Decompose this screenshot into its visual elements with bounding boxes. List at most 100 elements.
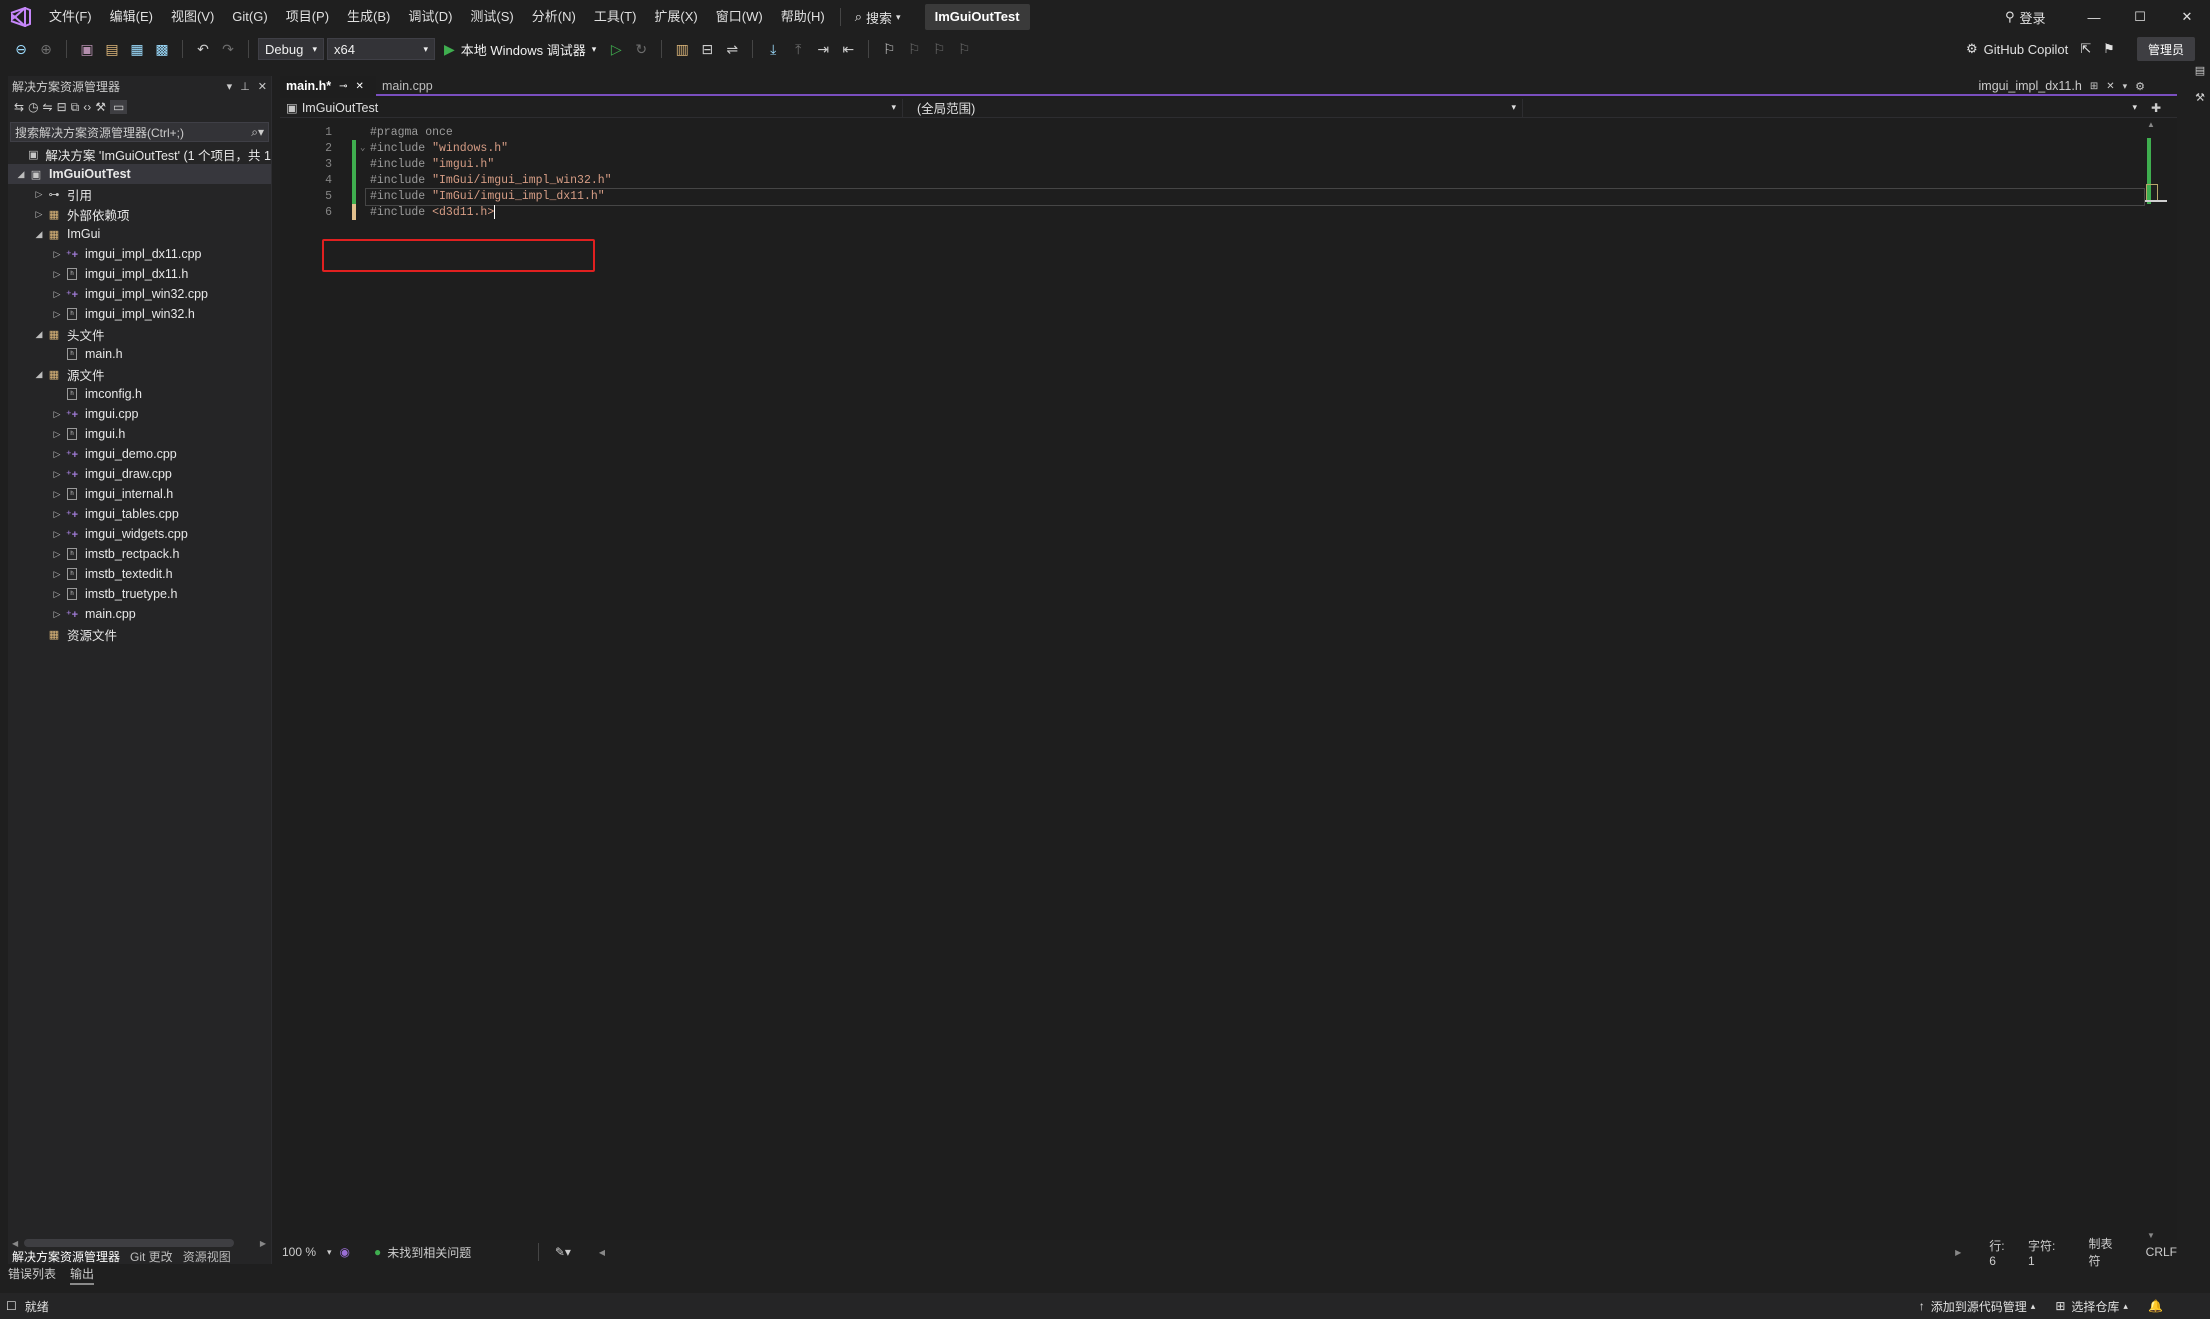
collapsed-arrow-icon[interactable]: ▷ xyxy=(32,189,46,200)
collapsed-arrow-icon[interactable]: ▷ xyxy=(50,409,64,420)
code-line[interactable]: 4 #include "ImGui/imgui_impl_win32.h" xyxy=(280,172,2150,188)
notification-bell-icon[interactable]: 🔔 xyxy=(2148,1299,2163,1313)
save-icon[interactable]: ▦ xyxy=(126,38,148,60)
start-without-debugging-icon[interactable]: ▷ xyxy=(605,38,627,60)
menu-debug[interactable]: 调试(D) xyxy=(399,4,461,30)
preview-tab-imgui-impl-dx11[interactable]: imgui_impl_dx11.h ⊞ ✕ ▾ ⚙ xyxy=(1979,76,2145,96)
collapsed-arrow-icon[interactable]: ▷ xyxy=(50,449,64,460)
collapsed-arrow-icon[interactable]: ▷ xyxy=(50,249,64,260)
keep-open-icon[interactable]: ⊞ xyxy=(2090,81,2098,92)
menu-help[interactable]: 帮助(H) xyxy=(772,4,834,30)
tree-item[interactable]: ▷ ⁺+ imgui_widgets.cpp xyxy=(8,524,271,544)
close-icon[interactable]: ✕ xyxy=(2106,81,2114,92)
tree-item[interactable]: h main.h xyxy=(8,344,271,364)
scrollbar-thumb[interactable] xyxy=(24,1239,234,1247)
indent-mode[interactable]: 制表符 xyxy=(2088,1235,2123,1269)
tree-item[interactable]: ◢ ▦ 源文件 xyxy=(8,364,271,384)
browse-icon[interactable]: ▥ xyxy=(671,38,693,60)
chevron-down-icon[interactable]: ▾ xyxy=(327,1247,332,1258)
expanded-arrow-icon[interactable]: ◢ xyxy=(32,229,46,240)
layout-icon[interactable]: ⊟ xyxy=(696,38,718,60)
expanded-arrow-icon[interactable]: ◢ xyxy=(32,369,46,380)
code-view-icon[interactable]: ‹› xyxy=(83,100,91,114)
tree-item[interactable]: ▷ h imgui.h xyxy=(8,424,271,444)
collapsed-arrow-icon[interactable]: ▷ xyxy=(50,589,64,600)
issues-label[interactable]: 未找到相关问题 xyxy=(387,1244,532,1261)
clear-bookmarks-icon[interactable]: ⚐ xyxy=(953,38,975,60)
tree-item[interactable]: ▷ ⁺+ imgui_impl_dx11.cpp xyxy=(8,244,271,264)
tree-item[interactable]: ▷ ⊶ 引用 xyxy=(8,184,271,204)
horizontal-scrollbar[interactable]: ◀ ▶ xyxy=(12,1238,268,1248)
redo-icon[interactable]: ↷ xyxy=(217,38,239,60)
show-all-files-icon[interactable]: ⧉ xyxy=(71,100,80,115)
collapsed-arrow-icon[interactable]: ▷ xyxy=(32,209,46,220)
code-text-area[interactable]: 1 #pragma once 2 ⌄ #include "windows.h" 3 #inc… xyxy=(280,120,2150,1240)
maximize-button[interactable]: ☐ xyxy=(2117,0,2163,34)
pin-icon[interactable]: ⊸ xyxy=(339,81,347,92)
select-repository-button[interactable]: 选择仓库 xyxy=(2071,1298,2119,1315)
collapsed-arrow-icon[interactable]: ▷ xyxy=(50,509,64,520)
tree-item[interactable]: ▷ ⁺+ imgui.cpp xyxy=(8,404,271,424)
scroll-right-icon[interactable]: ▶ xyxy=(1955,1248,1961,1257)
pending-changes-icon[interactable]: ⇋ xyxy=(43,100,53,114)
collapsed-arrow-icon[interactable]: ▷ xyxy=(50,549,64,560)
close-icon[interactable]: ✕ xyxy=(356,81,364,92)
history-icon[interactable]: ◷ xyxy=(28,100,38,114)
scroll-left-icon[interactable]: ◀ xyxy=(599,1248,605,1257)
tree-item[interactable]: ◢ ▣ ImGuiOutTest xyxy=(8,164,271,184)
step-icon[interactable]: ⤓ xyxy=(762,38,784,60)
collapsed-arrow-icon[interactable]: ▷ xyxy=(50,309,64,320)
minimize-button[interactable]: — xyxy=(2071,0,2117,34)
menu-analyze[interactable]: 分析(N) xyxy=(523,4,585,30)
tab-main-cpp[interactable]: main.cpp xyxy=(376,76,476,96)
prev-bookmark-icon[interactable]: ⚐ xyxy=(903,38,925,60)
pin-icon[interactable]: ⊥ xyxy=(240,80,250,93)
bookmark-icon[interactable]: ⚐ xyxy=(878,38,900,60)
collapsed-arrow-icon[interactable]: ▷ xyxy=(50,529,64,540)
github-copilot-button[interactable]: ⚙ GitHub Copilot ⇱ ⚑ xyxy=(1966,34,2115,64)
intellicode-icon[interactable]: ◉ xyxy=(339,1245,349,1259)
search-button[interactable]: ⌕ 搜索 ▾ xyxy=(847,8,909,27)
platform-select[interactable]: x64 ▾ xyxy=(327,38,435,60)
bookmark-toggle-icon[interactable]: ⇌ xyxy=(721,38,743,60)
tree-item[interactable]: ▷ h imstb_rectpack.h xyxy=(8,544,271,564)
menu-extensions[interactable]: 扩展(X) xyxy=(645,4,706,30)
zoom-level[interactable]: 100 % xyxy=(282,1245,327,1259)
code-line[interactable]: 3 #include "imgui.h" xyxy=(280,156,2150,172)
tab-main-h[interactable]: main.h* ⊸ ✕ xyxy=(280,76,376,96)
menu-edit[interactable]: 编辑(E) xyxy=(101,4,162,30)
vertical-scrollbar[interactable]: ▲ ▼ xyxy=(2145,120,2167,1240)
close-icon[interactable]: ✕ xyxy=(258,80,267,93)
notifications-icon[interactable]: ▤ xyxy=(2195,64,2205,77)
tree-item[interactable]: ▷ ▦ 外部依赖项 xyxy=(8,204,271,224)
tab-git-changes[interactable]: Git 更改 xyxy=(130,1248,173,1264)
tab-solution-explorer[interactable]: 解决方案资源管理器 xyxy=(12,1248,120,1264)
tree-item[interactable]: ▣ 解决方案 'ImGuiOutTest' (1 个项目，共 1 xyxy=(8,144,271,164)
line-ending[interactable]: CRLF xyxy=(2146,1245,2177,1259)
step-over-icon[interactable]: ⤒ xyxy=(787,38,809,60)
solution-explorer-search-input[interactable]: 搜索解决方案资源管理器(Ctrl+;) ⌕▾ xyxy=(10,122,269,142)
scope-dropdown[interactable]: (全局范围) ▾ xyxy=(903,98,1523,117)
next-bookmark-icon[interactable]: ⚐ xyxy=(928,38,950,60)
tree-item[interactable]: ▷ ⁺+ imgui_demo.cpp xyxy=(8,444,271,464)
member-dropdown[interactable]: ▾ xyxy=(1523,99,2143,117)
save-all-icon[interactable]: ▩ xyxy=(151,38,173,60)
tree-item[interactable]: ◢ ▦ 头文件 xyxy=(8,324,271,344)
menu-git[interactable]: Git(G) xyxy=(223,4,276,30)
start-debugging-button[interactable]: ▶ 本地 Windows 调试器 ▾ xyxy=(438,38,602,60)
tree-item[interactable]: ▦ 资源文件 xyxy=(8,624,271,644)
collapsed-arrow-icon[interactable]: ▷ xyxy=(50,269,64,280)
menu-build[interactable]: 生成(B) xyxy=(338,4,399,30)
tree-item[interactable]: ▷ h imgui_impl_win32.h xyxy=(8,304,271,324)
close-button[interactable]: ✕ xyxy=(2164,0,2210,34)
tree-item[interactable]: ▷ h imgui_internal.h xyxy=(8,484,271,504)
split-icon[interactable]: ✚ xyxy=(2151,101,2161,115)
tree-item[interactable]: ▷ ⁺+ imgui_impl_win32.cpp xyxy=(8,284,271,304)
login-button[interactable]: ⚲ 登录 xyxy=(2005,0,2046,34)
tab-output[interactable]: 输出 xyxy=(70,1265,95,1285)
menu-file[interactable]: 文件(F) xyxy=(40,4,101,30)
sync-icon[interactable]: ⇆ xyxy=(14,100,24,114)
tree-item[interactable]: ▷ ⁺+ imgui_draw.cpp xyxy=(8,464,271,484)
toolbox-icon[interactable]: ⚒ xyxy=(2195,91,2205,104)
tree-item[interactable]: h imconfig.h xyxy=(8,384,271,404)
